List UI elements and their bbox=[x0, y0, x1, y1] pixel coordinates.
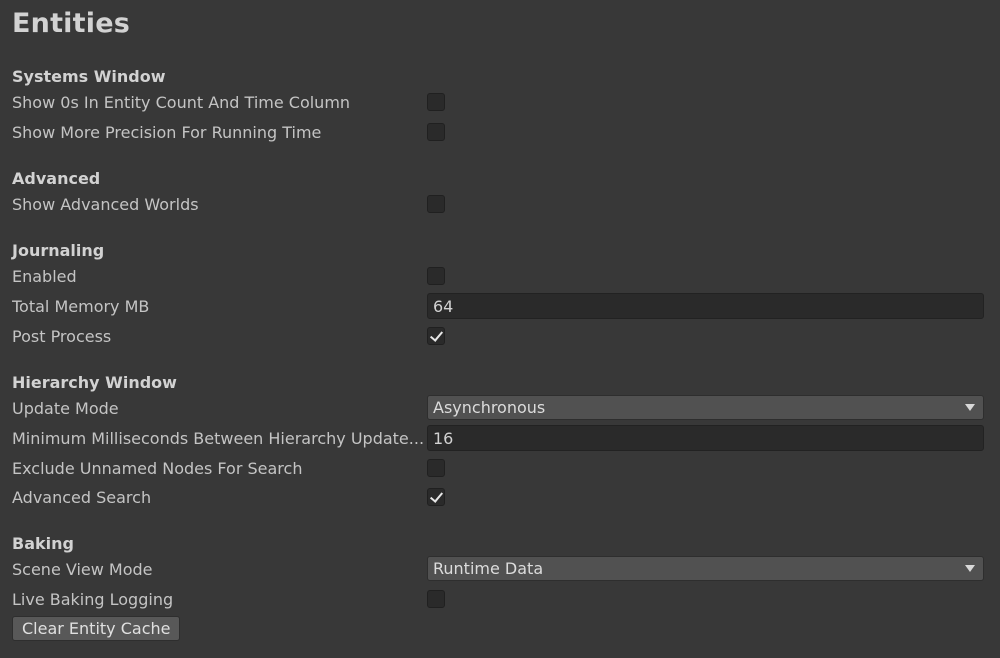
post-process-checkbox[interactable] bbox=[427, 327, 445, 345]
journaling-enabled-checkbox[interactable] bbox=[427, 267, 445, 285]
page-title: Entities bbox=[12, 8, 130, 39]
advanced-search-label: Advanced Search bbox=[12, 488, 152, 507]
show-zeros-label: Show 0s In Entity Count And Time Column bbox=[12, 93, 351, 112]
scene-view-mode-value: Runtime Data bbox=[433, 559, 544, 578]
exclude-unnamed-checkbox[interactable] bbox=[427, 459, 445, 477]
clear-entity-cache-button[interactable]: Clear Entity Cache bbox=[12, 616, 181, 641]
exclude-unnamed-label: Exclude Unnamed Nodes For Search bbox=[12, 459, 303, 478]
journaling-enabled-label: Enabled bbox=[12, 267, 77, 286]
show-advanced-worlds-checkbox[interactable] bbox=[427, 195, 445, 213]
post-process-label: Post Process bbox=[12, 327, 112, 346]
total-memory-field[interactable] bbox=[427, 293, 984, 319]
update-mode-dropdown[interactable]: Asynchronous bbox=[427, 395, 984, 420]
section-header-journaling: Journaling bbox=[12, 241, 105, 260]
total-memory-label: Total Memory MB bbox=[12, 297, 150, 316]
live-baking-logging-checkbox[interactable] bbox=[427, 590, 445, 608]
min-ms-label: Minimum Milliseconds Between Hierarchy U… bbox=[12, 429, 425, 448]
section-header-baking: Baking bbox=[12, 534, 74, 553]
chevron-down-icon bbox=[965, 565, 975, 572]
section-header-advanced: Advanced bbox=[12, 169, 101, 188]
update-mode-label: Update Mode bbox=[12, 399, 119, 418]
min-ms-field[interactable] bbox=[427, 425, 984, 451]
show-zeros-checkbox[interactable] bbox=[427, 93, 445, 111]
scene-view-mode-dropdown[interactable]: Runtime Data bbox=[427, 556, 984, 581]
scene-view-mode-label: Scene View Mode bbox=[12, 560, 153, 579]
advanced-search-checkbox[interactable] bbox=[427, 488, 445, 506]
show-advanced-worlds-label: Show Advanced Worlds bbox=[12, 195, 199, 214]
more-precision-label: Show More Precision For Running Time bbox=[12, 123, 322, 142]
section-header-systems-window: Systems Window bbox=[12, 67, 166, 86]
update-mode-value: Asynchronous bbox=[433, 398, 546, 417]
chevron-down-icon bbox=[965, 404, 975, 411]
live-baking-logging-label: Live Baking Logging bbox=[12, 590, 174, 609]
more-precision-checkbox[interactable] bbox=[427, 123, 445, 141]
section-header-hierarchy-window: Hierarchy Window bbox=[12, 373, 177, 392]
